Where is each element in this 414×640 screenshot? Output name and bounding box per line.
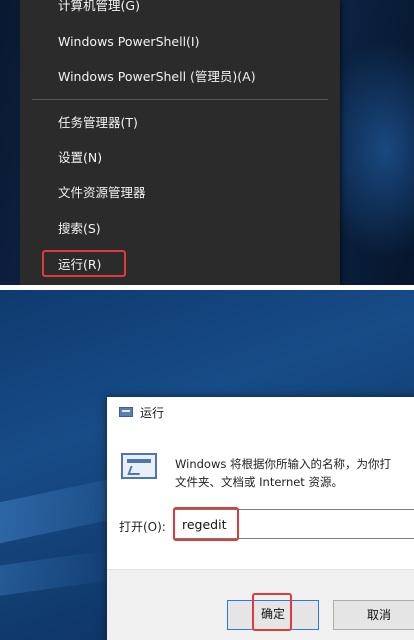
menu-item-settings[interactable]: 设置(N) (58, 145, 102, 171)
desktop-background-top: 计算机管理(G) Windows PowerShell(I) Windows P… (0, 0, 414, 285)
run-app-icon (121, 453, 157, 479)
dialog-title: 运行 (140, 406, 165, 420)
dialog-description-line2: 文件夹、文档或 Internet 资源。 (175, 475, 343, 489)
run-icon (119, 407, 133, 417)
dialog-description-line1: Windows 将根据你所输入的名称，为你打 (175, 457, 391, 471)
menu-separator (32, 99, 328, 100)
ok-highlight-box (252, 593, 292, 631)
menu-item-computer-management[interactable]: 计算机管理(G) (58, 0, 140, 19)
run-highlight-box (42, 250, 126, 277)
dialog-titlebar[interactable]: 运行 (107, 397, 414, 427)
run-dialog: 运行 Windows 将根据你所输入的名称，为你打 文件夹、文档或 Intern… (107, 397, 414, 640)
menu-item-powershell-admin[interactable]: Windows PowerShell (管理员)(A) (58, 64, 256, 90)
menu-item-task-manager[interactable]: 任务管理器(T) (58, 110, 138, 136)
desktop-background-bottom: 运行 Windows 将根据你所输入的名称，为你打 文件夹、文档或 Intern… (0, 290, 414, 640)
open-label: 打开(O): (119, 520, 166, 534)
menu-item-file-explorer[interactable]: 文件资源管理器 (58, 180, 146, 206)
menu-item-search[interactable]: 搜索(S) (58, 216, 101, 242)
wallpaper-light-ray (0, 549, 122, 601)
menu-item-powershell[interactable]: Windows PowerShell(I) (58, 29, 200, 55)
cancel-button[interactable]: 取消 (333, 600, 414, 630)
dialog-button-bar: 确定 取消 (107, 569, 414, 640)
winx-context-menu: 计算机管理(G) Windows PowerShell(I) Windows P… (20, 0, 340, 285)
input-highlight-box (173, 507, 239, 541)
